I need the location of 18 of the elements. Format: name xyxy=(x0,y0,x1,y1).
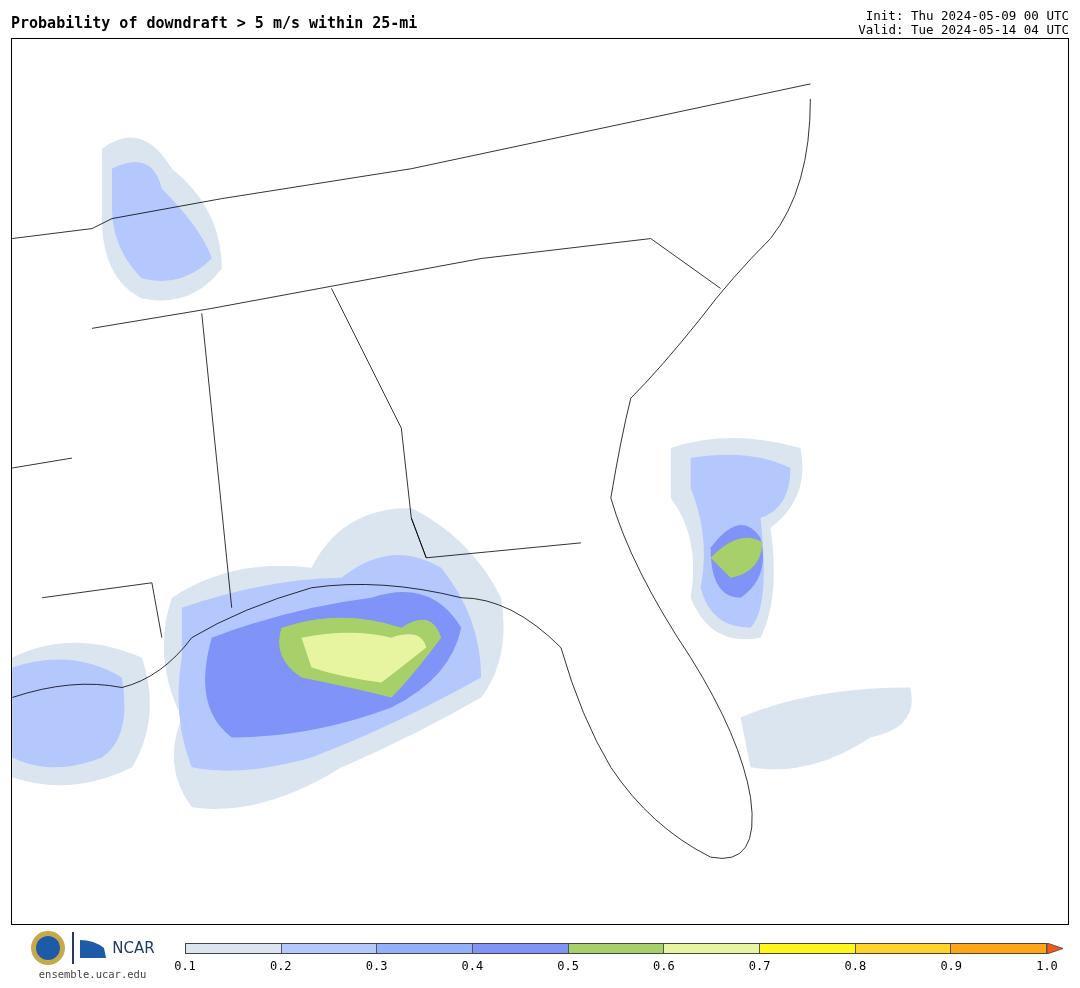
tick-label: 0.1 xyxy=(174,959,196,973)
seal-icon xyxy=(30,930,67,966)
chart-title: Probability of downdraft > 5 m/s within 25-mi xyxy=(11,14,418,34)
tick-label: 0.8 xyxy=(844,959,867,973)
tick-label: 0.5 xyxy=(557,959,579,973)
ncar-logo-icon xyxy=(80,938,107,958)
tick-label: 1.0 xyxy=(1036,959,1058,973)
valid-time: Valid: Tue 2024-05-14 04 UTC xyxy=(858,23,1069,37)
init-time: Init: Thu 2024-05-09 00 UTC xyxy=(864,9,1069,23)
tick-label: 0.3 xyxy=(365,959,388,973)
tick-label: 0.2 xyxy=(269,959,292,973)
site-url: ensemble.ucar.edu xyxy=(38,968,147,980)
ncar-logo-text: NCAR xyxy=(112,939,155,957)
tick-label: 0.7 xyxy=(748,959,771,973)
tick-label: 0.9 xyxy=(940,959,963,973)
tick-label: 0.4 xyxy=(461,959,484,973)
tick-label: 0.6 xyxy=(653,959,675,973)
divider-icon xyxy=(72,932,75,964)
